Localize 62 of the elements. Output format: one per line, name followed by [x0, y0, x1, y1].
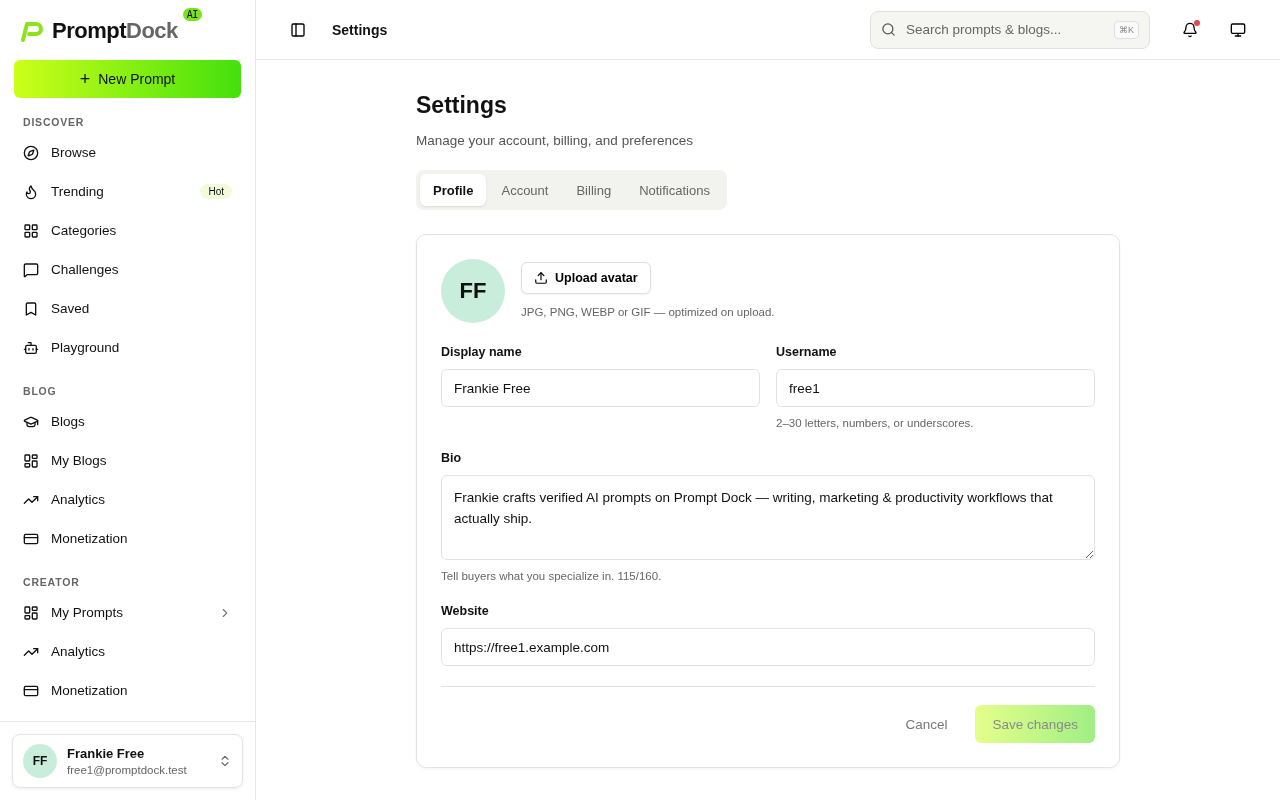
upload-icon — [534, 271, 548, 285]
field-hint: Tell buyers what you specialize in. 115/160. — [441, 570, 663, 582]
field-label: Username — [776, 345, 838, 359]
user-card[interactable]: FF Frankie Free free1@promptdock.test — [12, 734, 243, 788]
sidebar-item[interactable]: Monetization — [12, 671, 243, 710]
chevron-up-down-icon — [218, 754, 232, 768]
grid-icon — [23, 222, 39, 239]
sidebar-item[interactable]: Challenges — [12, 250, 243, 289]
profile-avatar: FF — [441, 259, 505, 323]
section-heading: DISCOVER — [22, 115, 86, 130]
upload-hint: JPG, PNG, WEBP or GIF — optimized on upload. — [521, 306, 775, 318]
bell-icon — [1182, 21, 1198, 38]
dashboard-icon — [23, 452, 39, 469]
dashboard-icon — [23, 604, 39, 621]
field-label: Display name — [441, 345, 523, 359]
sidebar-panel-icon — [290, 21, 306, 38]
field-hint: 2–30 letters, numbers, or underscores. — [776, 417, 975, 429]
sidebar-item[interactable]: Analytics — [12, 632, 243, 671]
sidebar-item[interactable]: Playground — [12, 328, 243, 367]
tab[interactable]: Profile — [420, 174, 487, 206]
text-field[interactable]: Frankie Free — [441, 369, 760, 407]
upload-avatar-button[interactable]: Upload avatar — [521, 262, 651, 294]
user-avatar: FF — [23, 744, 57, 778]
sidebar-item[interactable]: My Blogs — [12, 441, 243, 480]
compass-icon — [23, 144, 39, 161]
search-input[interactable]: Search prompts & blogs... — [904, 21, 1106, 38]
tab[interactable]: Account — [488, 174, 562, 206]
hot-badge: Hot — [200, 184, 232, 199]
shortcut-hint: ⌘K — [1114, 20, 1139, 39]
flame-icon — [23, 183, 39, 200]
page-subtitle: Manage your account, billing, and preferences — [416, 133, 694, 148]
ai-badge: AI — [182, 8, 202, 21]
user-email: free1@promptdock.test — [67, 764, 188, 776]
tab[interactable]: Notifications — [626, 174, 723, 206]
new-prompt-button[interactable]: + New Prompt — [14, 60, 241, 98]
search-field[interactable]: Search prompts & blogs... ⌘K — [870, 10, 1150, 49]
header-title: Settings — [332, 21, 389, 38]
chat-icon — [23, 261, 39, 278]
page-title: Settings — [416, 92, 508, 119]
sidebar-item[interactable]: Monetization — [12, 519, 243, 558]
logo-icon — [20, 20, 44, 42]
tab[interactable]: Billing — [563, 174, 625, 206]
sidebar-item[interactable]: Browse — [12, 133, 243, 172]
sidebar-item[interactable]: My Prompts — [12, 593, 243, 632]
bookmark-icon — [23, 300, 39, 317]
bio-field[interactable]: Frankie crafts verified AI prompts on Prompt Dock — writing, marketing & productivity workflows that actually ship. — [441, 475, 1095, 560]
search-icon — [881, 22, 896, 37]
sidebar-item[interactable]: Blogs — [12, 402, 243, 441]
cancel-button[interactable]: Cancel — [889, 705, 964, 743]
sidebar-item[interactable]: Analytics — [12, 480, 243, 519]
field-label: Bio — [441, 451, 463, 465]
user-name: Frankie Free — [67, 746, 146, 761]
sidebar-item[interactable]: Categories — [12, 211, 243, 250]
website-field[interactable]: https://free1.example.com — [441, 628, 1095, 666]
field-label: Website — [441, 604, 490, 618]
section-heading: CREATOR — [22, 575, 81, 590]
sidebar-item[interactable]: Saved — [12, 289, 243, 328]
monitor-icon — [1230, 21, 1246, 38]
robot-icon — [23, 339, 39, 356]
section-heading: BLOG — [22, 384, 58, 399]
sidebar-item[interactable]: Trending Hot — [12, 172, 243, 211]
text-field[interactable]: free1 — [776, 369, 1095, 407]
